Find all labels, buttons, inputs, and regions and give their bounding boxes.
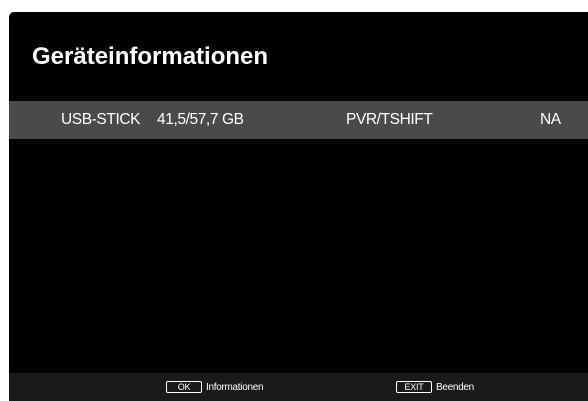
device-info-screen: Geräteinformationen USB-STICK 41,5/57,7 … [9, 12, 588, 401]
ok-key-icon: OK [166, 381, 202, 393]
device-row-usb-stick[interactable]: USB-STICK 41,5/57,7 GB PVR/TSHIFT NA [9, 101, 588, 139]
exit-hint[interactable]: EXIT Beenden [396, 373, 474, 401]
device-capacity: 41,5/57,7 GB [157, 111, 244, 128]
info-hint[interactable]: OK Informationen [166, 373, 264, 401]
device-name: USB-STICK [61, 111, 141, 128]
exit-key-icon: EXIT [396, 381, 432, 393]
info-hint-label: Informationen [206, 381, 264, 393]
exit-hint-label: Beenden [436, 381, 474, 393]
footer-hint-bar: OK Informationen EXIT Beenden [9, 373, 588, 401]
device-function: PVR/TSHIFT [346, 111, 433, 128]
device-status: NA [540, 111, 561, 128]
page-title: Geräteinformationen [32, 43, 269, 70]
